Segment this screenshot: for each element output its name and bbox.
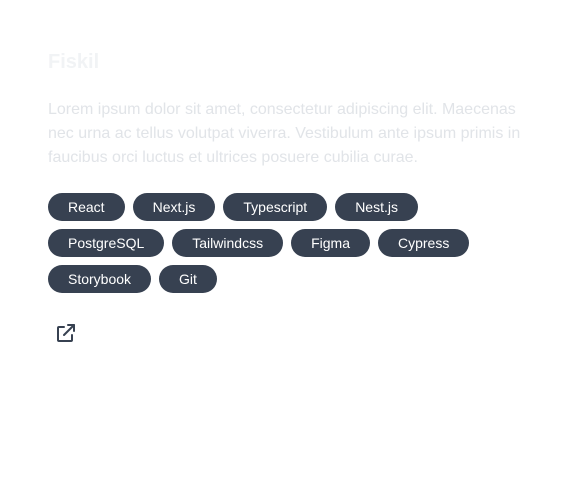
tech-tag-git: Git xyxy=(159,265,217,293)
tech-tag-storybook: Storybook xyxy=(48,265,152,293)
tech-tag-nextjs: Next.js xyxy=(132,193,216,221)
tech-tag-tailwindcss: Tailwindcss xyxy=(172,229,284,257)
project-title: Fiskil xyxy=(48,51,100,73)
tech-tag-figma: Figma xyxy=(291,229,370,257)
external-link-button[interactable] xyxy=(48,317,84,353)
tech-tag-react: React xyxy=(48,193,125,221)
tech-tag-list: React Next.js Typescript Nest.js Postgre… xyxy=(48,193,518,293)
tech-tag-typescript: Typescript xyxy=(223,193,328,221)
tech-tag-nestjs: Nest.js xyxy=(335,193,418,221)
tech-tag-postgresql: PostgreSQL xyxy=(48,229,165,257)
tech-tag-cypress: Cypress xyxy=(377,229,470,257)
project-card: Fiskil Lorem ipsum dolor sit amet, conse… xyxy=(48,48,528,353)
project-description: Lorem ipsum dolor sit amet, consectetur … xyxy=(48,101,521,166)
external-link-icon xyxy=(54,321,78,350)
